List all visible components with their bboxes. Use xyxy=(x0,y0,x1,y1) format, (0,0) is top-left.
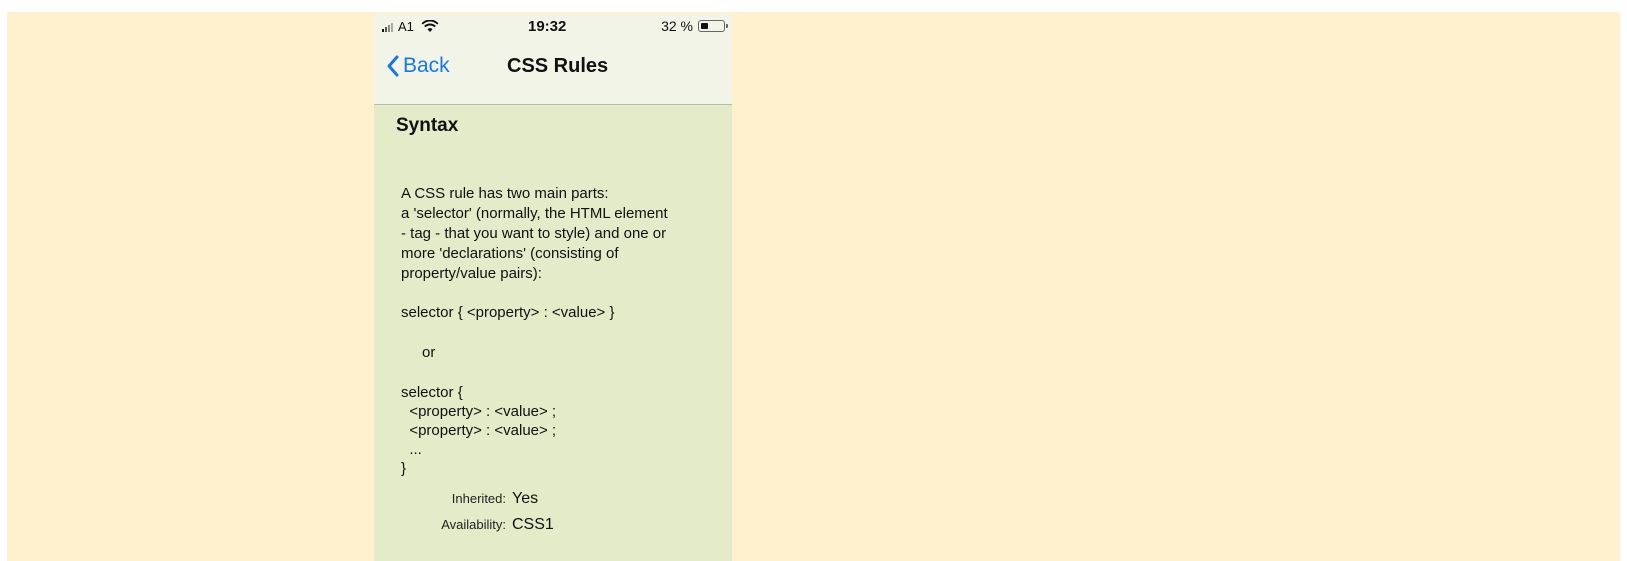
inherited-row: Inherited: Yes xyxy=(402,490,554,516)
block-syntax: selector { <property> : <value> ; <prope… xyxy=(401,384,557,477)
syntax-intro-text: A CSS rule has two main parts: a 'select… xyxy=(401,185,668,282)
navigation-bar: Back CSS Rules xyxy=(374,38,732,105)
or-separator: or xyxy=(422,344,436,361)
back-button[interactable]: Back xyxy=(386,54,450,78)
phone-screen: A1 19:32 32 % Back CSS Rules Syntax A CS… xyxy=(374,14,732,561)
availability-label: Availability: xyxy=(441,517,506,532)
section-title: Syntax xyxy=(396,115,459,136)
chevron-left-icon xyxy=(387,55,399,77)
page-title: CSS Rules xyxy=(507,55,609,77)
css-property-metadata: Inherited: Yes Availability: CSS1 xyxy=(402,490,554,542)
signal-bar-2 xyxy=(385,26,387,32)
battery-percent: 32 % xyxy=(661,18,693,34)
battery-tip xyxy=(726,24,728,28)
battery-level-fill xyxy=(701,23,708,29)
wifi-icon xyxy=(421,20,439,32)
status-bar: A1 19:32 32 % xyxy=(374,14,732,38)
one-line-syntax: selector { <property> : <value> } xyxy=(401,304,615,321)
status-time: 19:32 xyxy=(528,18,567,35)
availability-value: CSS1 xyxy=(512,516,554,533)
availability-row: Availability: CSS1 xyxy=(402,516,554,542)
status-left-group: A1 xyxy=(382,19,439,34)
status-right-group: 32 % xyxy=(661,18,728,34)
back-button-label: Back xyxy=(403,54,450,77)
signal-icon xyxy=(382,22,393,32)
signal-bar-1 xyxy=(382,28,384,32)
inherited-label: Inherited: xyxy=(451,491,506,506)
inherited-value: Yes xyxy=(512,490,539,507)
carrier-label: A1 xyxy=(398,19,414,34)
page-background xyxy=(7,12,1620,561)
signal-bar-3 xyxy=(388,24,390,32)
signal-bar-4 xyxy=(391,22,393,32)
syntax-content: A CSS rule has two main parts: a 'select… xyxy=(401,184,711,478)
battery-icon xyxy=(698,20,728,32)
